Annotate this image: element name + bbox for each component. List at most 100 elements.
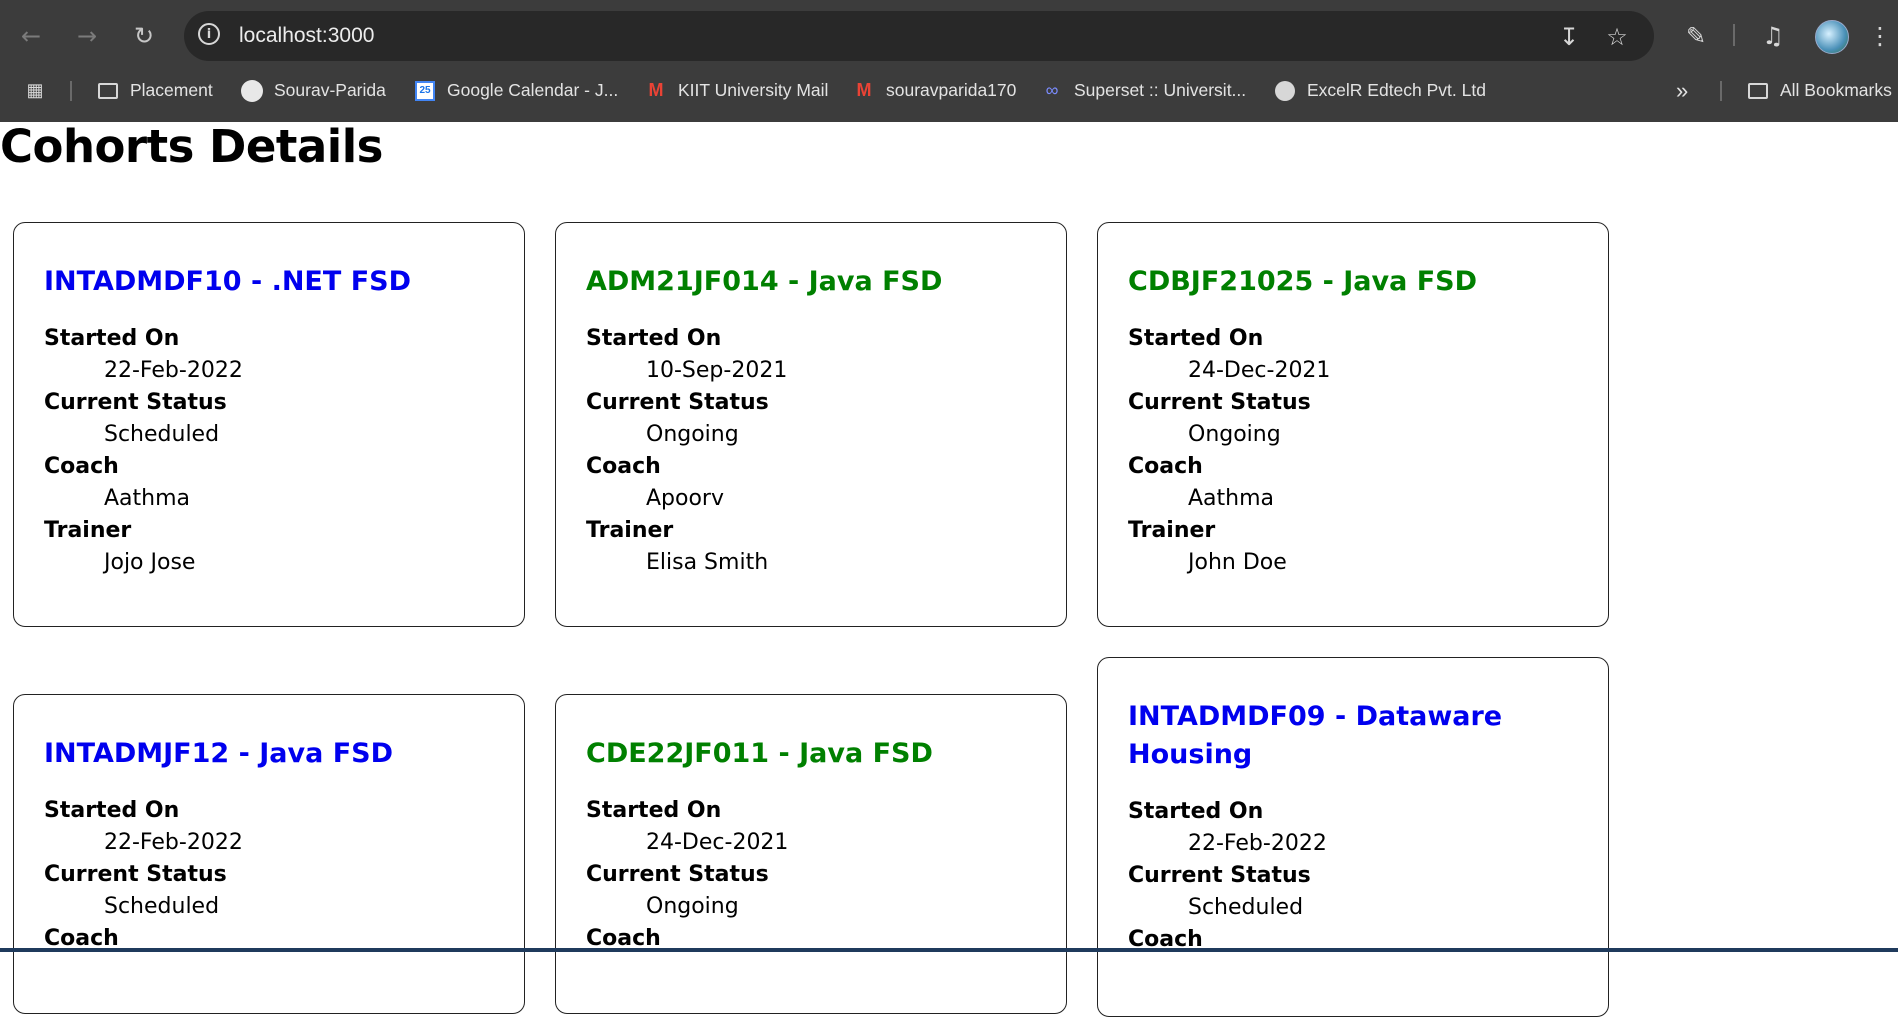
trainer-value: Jojo Jose <box>104 550 196 575</box>
cohort-title: CDBJF21025 - Java FSD <box>1128 266 1478 297</box>
address-bar[interactable]: i localhost:3000 ↧ ☆ <box>184 11 1654 61</box>
bookmark-google-calendar[interactable]: 25 Google Calendar - J... <box>413 73 618 108</box>
started-on-label: Started On <box>44 326 180 351</box>
started-on-label: Started On <box>1128 799 1264 824</box>
bookmark-placement[interactable]: Placement <box>96 73 213 108</box>
coach-value: Apoorv <box>646 486 724 511</box>
trainer-label: Trainer <box>1128 518 1216 543</box>
profile-avatar[interactable] <box>1815 20 1849 54</box>
cohort-title: INTADMDF10 - .NET FSD <box>44 266 411 297</box>
arrow-left-icon: ← <box>20 22 42 50</box>
cohort-details: Started On 22-Feb-2022 Current Status Sc… <box>1128 796 1578 956</box>
browser-chrome: ← → ↻ i localhost:3000 ↧ ☆ ✎ ♫ ⋮ ▦ Place… <box>0 0 1898 122</box>
bookmark-label: ExcelR Edtech Pvt. Ltd <box>1307 80 1486 100</box>
started-on-value: 10-Sep-2021 <box>646 358 788 383</box>
cohort-details: Started On 22-Feb-2022 Current Status Sc… <box>44 323 494 579</box>
star-icon[interactable]: ☆ <box>1603 23 1631 51</box>
bookmark-label: KIIT University Mail <box>678 80 829 100</box>
bookmark-label: Superset :: Universit... <box>1074 80 1247 100</box>
folder-icon <box>98 82 118 99</box>
coach-value: Aathma <box>104 486 191 511</box>
gmail-icon: M <box>648 80 664 100</box>
trainer-value: Elisa Smith <box>646 550 769 575</box>
all-bookmarks-button[interactable]: All Bookmarks <box>1746 73 1892 108</box>
extensions-icon[interactable]: ✎ <box>1679 19 1713 53</box>
reload-icon: ↻ <box>133 22 155 50</box>
superset-icon: ∞ <box>1045 80 1059 100</box>
status-label: Current Status <box>586 390 769 415</box>
bookmark-superset[interactable]: ∞ Superset :: Universit... <box>1040 73 1247 108</box>
cohort-details: Started On 24-Dec-2021 Current Status On… <box>586 795 1036 955</box>
chevron-double-right-icon: » <box>1676 77 1689 103</box>
github-icon <box>241 79 263 102</box>
bookmark-souravparida170[interactable]: M souravparida170 <box>852 73 1017 108</box>
gmail-icon: M <box>856 80 872 100</box>
cohort-title: INTADMDF09 - Dataware Housing <box>1128 701 1503 770</box>
toolbar-divider <box>1733 24 1735 46</box>
apps-grid-icon: ▦ <box>26 80 44 100</box>
started-on-label: Started On <box>1128 326 1264 351</box>
forward-button[interactable]: → <box>69 18 105 54</box>
install-app-icon[interactable]: ↧ <box>1555 23 1583 51</box>
status-label: Current Status <box>44 390 227 415</box>
bookmarks-divider <box>1720 81 1722 101</box>
status-label: Current Status <box>1128 863 1311 888</box>
bookmark-label: souravparida170 <box>886 80 1017 100</box>
bookmark-sourav-parida[interactable]: Sourav-Parida <box>240 73 386 108</box>
bookmark-label: Sourav-Parida <box>274 80 386 100</box>
started-on-value: 24-Dec-2021 <box>1188 358 1331 383</box>
trainer-value: John Doe <box>1188 550 1287 575</box>
status-label: Current Status <box>586 862 769 887</box>
coach-label: Coach <box>1128 454 1203 479</box>
coach-label: Coach <box>44 454 119 479</box>
more-bookmarks-button[interactable]: » <box>1676 73 1688 108</box>
status-value: Ongoing <box>646 894 739 919</box>
cohort-details: Started On 24-Dec-2021 Current Status On… <box>1128 323 1578 579</box>
started-on-label: Started On <box>586 798 722 823</box>
menu-kebab-icon[interactable]: ⋮ <box>1868 19 1892 53</box>
all-bookmarks-label: All Bookmarks <box>1780 80 1892 100</box>
apps-button[interactable]: ▦ <box>23 73 57 108</box>
status-value: Scheduled <box>104 422 220 447</box>
cohort-title: CDE22JF011 - Java FSD <box>586 738 933 769</box>
back-button[interactable]: ← <box>13 18 49 54</box>
reload-button[interactable]: ↻ <box>126 18 162 54</box>
bookmark-label: Placement <box>130 80 213 100</box>
cohort-details: Started On 22-Feb-2022 Current Status Sc… <box>44 795 494 955</box>
coach-value: Aathma <box>1188 486 1275 511</box>
cohort-title: INTADMJF12 - Java FSD <box>44 738 393 769</box>
status-value: Scheduled <box>104 894 220 919</box>
bookmark-excelr[interactable]: ExcelR Edtech Pvt. Ltd <box>1273 73 1486 108</box>
started-on-value: 22-Feb-2022 <box>104 830 243 855</box>
status-label: Current Status <box>1128 390 1311 415</box>
trainer-label: Trainer <box>586 518 674 543</box>
bookmark-label: Google Calendar - J... <box>447 80 619 100</box>
status-value: Scheduled <box>1188 895 1304 920</box>
cohort-details: Started On 10-Sep-2021 Current Status On… <box>586 323 1036 579</box>
cohort-card: CDE22JF011 - Java FSD Started On 24-Dec-… <box>555 694 1067 1014</box>
started-on-value: 22-Feb-2022 <box>1188 831 1327 856</box>
url-text[interactable]: localhost:3000 <box>239 24 374 48</box>
coach-label: Coach <box>586 454 661 479</box>
status-value: Ongoing <box>1188 422 1281 447</box>
browser-toolbar: ← → ↻ i localhost:3000 ↧ ☆ ✎ ♫ ⋮ <box>0 0 1898 73</box>
google-calendar-icon: 25 <box>415 80 435 101</box>
arrow-right-icon: → <box>76 22 98 50</box>
cohort-card: INTADMDF09 - Dataware Housing Started On… <box>1097 657 1609 1017</box>
cohort-card: INTADMDF10 - .NET FSD Started On 22-Feb-… <box>13 222 525 627</box>
page-title: Cohorts Details <box>0 120 383 173</box>
cohort-card: ADM21JF014 - Java FSD Started On 10-Sep-… <box>555 222 1067 627</box>
cohort-card: INTADMJF12 - Java FSD Started On 22-Feb-… <box>13 694 525 1014</box>
page-content: Cohorts Details INTADMDF10 - .NET FSD St… <box>0 120 1898 1017</box>
started-on-label: Started On <box>586 326 722 351</box>
taskbar-edge <box>0 948 1898 952</box>
bookmark-kiit-mail[interactable]: M KIIT University Mail <box>644 73 829 108</box>
status-value: Ongoing <box>646 422 739 447</box>
started-on-value: 22-Feb-2022 <box>104 358 243 383</box>
status-label: Current Status <box>44 862 227 887</box>
site-info-icon[interactable]: i <box>198 23 220 45</box>
media-control-icon[interactable]: ♫ <box>1756 19 1790 53</box>
started-on-value: 24-Dec-2021 <box>646 830 789 855</box>
started-on-label: Started On <box>44 798 180 823</box>
trainer-label: Trainer <box>44 518 132 543</box>
